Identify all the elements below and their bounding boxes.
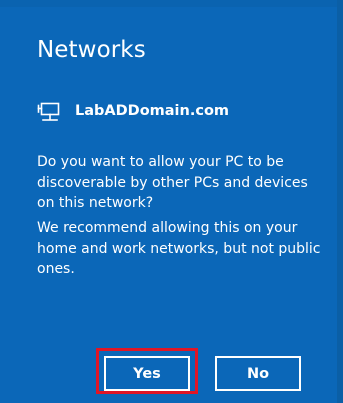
page-title: Networks — [37, 37, 146, 63]
button-row: Yes No — [96, 348, 310, 394]
panel-top-edge — [0, 0, 343, 7]
panel-right-edge — [337, 0, 343, 403]
network-name: LabADDomain.com — [75, 102, 230, 119]
no-button[interactable]: No — [215, 356, 301, 391]
recommendation-text: We recommend allowing this on your home … — [37, 220, 321, 277]
discoverable-question: Do you want to allow your PC to be disco… — [37, 154, 308, 211]
wired-network-icon — [37, 102, 60, 121]
yes-button[interactable]: Yes — [104, 356, 190, 391]
network-discovery-panel: Networks LabADDomain.com Do you want to … — [0, 0, 343, 403]
network-row: LabADDomain.com — [37, 98, 229, 124]
